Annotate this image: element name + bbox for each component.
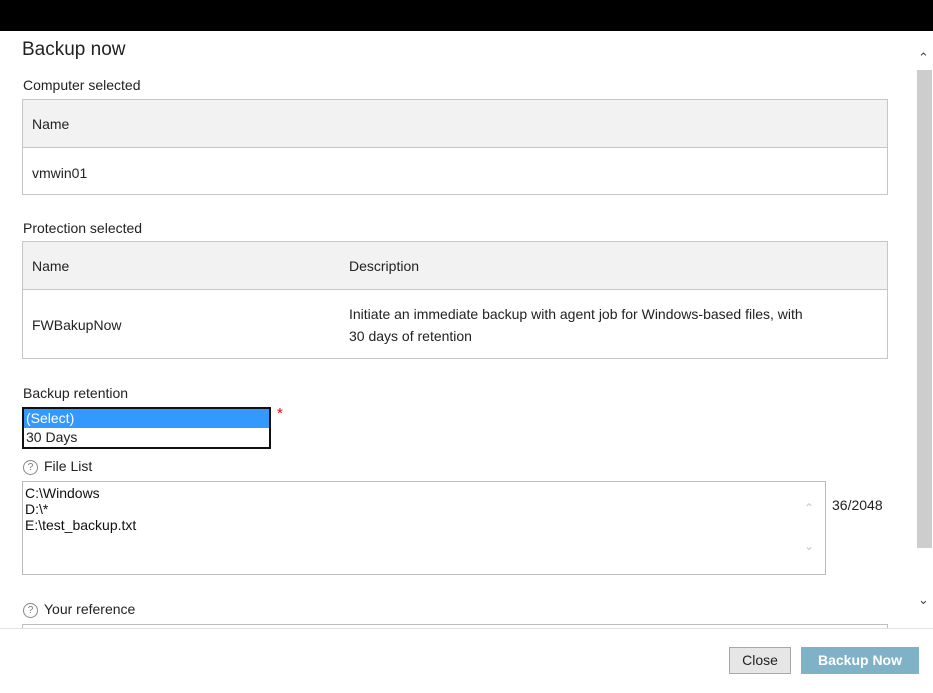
protection-name-cell: FWBakupNow <box>32 317 122 333</box>
column-header-description: Description <box>349 258 420 274</box>
file-list-textarea[interactable]: C:\Windows D:\* E:\test_backup.txt <box>22 481 826 575</box>
computer-name-cell: vmwin01 <box>32 165 88 181</box>
file-list-line: C:\Windows <box>25 485 100 501</box>
column-header-name: Name <box>32 116 70 132</box>
question-circle-icon[interactable]: ? <box>23 460 38 475</box>
column-header-name: Name <box>32 258 70 274</box>
chevron-up-icon[interactable]: ⌃ <box>918 50 929 66</box>
close-button[interactable]: Close <box>729 647 791 674</box>
table-row[interactable]: FWBakupNow Initiate an immediate backup … <box>23 290 887 359</box>
protection-description-line1: Initiate an immediate backup with agent … <box>349 306 803 322</box>
computer-table-header: Name <box>23 100 887 148</box>
table-row[interactable]: vmwin01 <box>23 148 887 195</box>
dialog-title: Backup now <box>22 39 126 60</box>
computer-table: Name vmwin01 <box>22 99 888 195</box>
file-list-line: E:\test_backup.txt <box>25 517 137 533</box>
protection-description-line2: 30 days of retention <box>349 328 472 344</box>
backup-retention-select[interactable]: (Select) 30 Days <box>22 407 271 449</box>
file-list-char-counter: 36/2048 <box>832 497 883 513</box>
your-reference-label: Your reference <box>44 601 136 617</box>
protection-selected-label: Protection selected <box>23 220 143 236</box>
protection-table-header: Name Description <box>23 242 887 290</box>
chevron-down-icon[interactable]: ⌄ <box>804 539 814 553</box>
retention-option-select[interactable]: (Select) <box>24 409 269 428</box>
retention-option-30-days[interactable]: 30 Days <box>24 428 269 447</box>
window-top-bar <box>0 0 933 31</box>
required-marker: * <box>277 405 283 422</box>
chevron-up-icon[interactable]: ⌃ <box>804 501 814 515</box>
protection-table: Name Description FWBakupNow Initiate an … <box>22 241 888 359</box>
file-list-label: File List <box>44 458 93 474</box>
computer-selected-label: Computer selected <box>23 77 141 93</box>
backup-now-button[interactable]: Backup Now <box>801 647 919 674</box>
scrollbar-thumb[interactable] <box>917 70 932 548</box>
chevron-down-icon[interactable]: ⌄ <box>918 592 929 608</box>
backup-retention-label: Backup retention <box>23 385 129 401</box>
file-list-line: D:\* <box>25 501 49 517</box>
question-circle-icon[interactable]: ? <box>23 603 38 618</box>
dialog-footer <box>0 628 933 693</box>
